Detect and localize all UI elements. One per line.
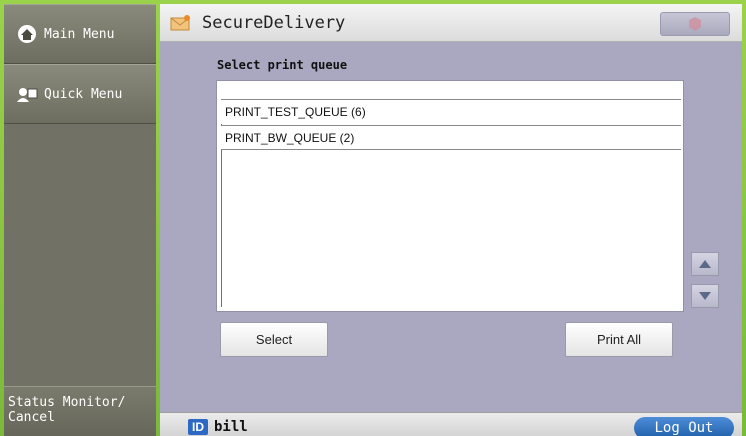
arrow-down-icon [699, 292, 711, 300]
scroll-up-button[interactable] [691, 252, 719, 276]
title-bar: SecureDelivery [160, 4, 742, 42]
top-right-button[interactable] [660, 12, 730, 36]
queue-item-label: PRINT_TEST_QUEUE (6) [225, 105, 366, 119]
page-title: SecureDelivery [202, 12, 346, 33]
quick-menu-button[interactable]: Quick Menu [4, 64, 156, 124]
sidebar-spacer [4, 124, 156, 386]
main-panel: SecureDelivery Select print queue PRINT_… [160, 4, 742, 436]
status-monitor-label: Status Monitor/ Cancel [8, 395, 126, 425]
print-queue-list: PRINT_TEST_QUEUE (6) PRINT_BW_QUEUE (2) [216, 80, 684, 312]
arrow-up-icon [699, 260, 711, 268]
status-bar: ID bill Log Out [160, 412, 742, 436]
main-menu-button[interactable]: Main Menu [4, 4, 156, 64]
print-all-button-label: Print All [596, 332, 642, 347]
select-button-label: Select [255, 332, 293, 347]
sidebar: Main Menu Quick Menu Status Monitor/ Can… [4, 4, 156, 436]
quick-menu-label: Quick Menu [44, 86, 123, 102]
select-button[interactable]: Select [220, 322, 328, 357]
quick-menu-icon [16, 84, 38, 104]
main-menu-label: Main Menu [44, 26, 115, 42]
queue-item[interactable]: PRINT_BW_QUEUE (2) [221, 125, 681, 150]
home-icon [16, 24, 38, 44]
secure-delivery-icon [170, 14, 190, 30]
queue-item-label: PRINT_BW_QUEUE (2) [225, 131, 355, 145]
logout-button-label: Log Out [654, 420, 714, 436]
print-all-button[interactable]: Print All [565, 322, 673, 357]
status-monitor-button[interactable]: Status Monitor/ Cancel [4, 386, 156, 436]
user-name: bill [214, 418, 248, 435]
queue-item[interactable]: PRINT_TEST_QUEUE (6) [221, 99, 681, 124]
logout-button[interactable]: Log Out [634, 417, 734, 436]
cube-icon [689, 17, 701, 31]
id-badge: ID [188, 418, 208, 435]
scroll-down-button[interactable] [691, 284, 719, 308]
section-label: Select print queue [217, 58, 348, 72]
